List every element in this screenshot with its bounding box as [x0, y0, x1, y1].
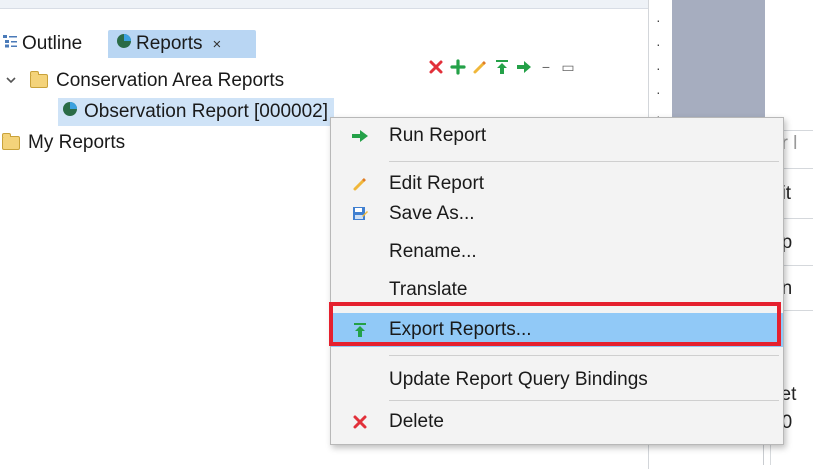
menu-item-label: Update Report Query Bindings [389, 369, 648, 390]
tab-reports[interactable]: Reports × [108, 30, 256, 58]
chevron-down-icon[interactable] [2, 74, 20, 89]
menu-item-label: Save As... [389, 203, 475, 224]
menu-separator [389, 161, 779, 162]
pencil-icon [473, 61, 486, 74]
maximize-button[interactable]: ▭ [558, 56, 578, 78]
add-report-button[interactable] [448, 56, 468, 78]
menu-item-edit-report[interactable]: Edit Report [331, 167, 783, 201]
pie-chart-icon [62, 101, 78, 123]
context-menu: Run Report Edit Report Save As... Rename… [330, 117, 784, 445]
menu-item-run-report[interactable]: Run Report [331, 119, 783, 153]
close-icon[interactable]: × [213, 36, 222, 53]
menu-item-save-as[interactable]: Save As... [331, 197, 783, 231]
view-toolbar: − ▭ [426, 56, 578, 78]
menu-item-translate[interactable]: Translate [331, 273, 783, 297]
menu-item-delete[interactable]: Delete [331, 405, 783, 439]
tab-outline-label: Outline [22, 33, 83, 54]
tree-item-observation-report[interactable]: Observation Report [000002] [58, 98, 334, 126]
top-strip [0, 0, 648, 9]
tree-item-label: Observation Report [000002] [84, 101, 328, 122]
pie-chart-icon [116, 33, 132, 55]
tree-item-label: My Reports [28, 132, 126, 153]
arrow-right-icon [517, 61, 531, 73]
view-tabbar: Outline Reports × − ▭ [0, 26, 648, 75]
menu-item-label: Delete [389, 411, 444, 432]
menu-item-label: Export Reports... [389, 319, 532, 340]
export-report-button[interactable] [492, 56, 512, 78]
export-icon [496, 60, 508, 74]
folder-icon [2, 133, 20, 150]
folder-icon [30, 71, 48, 88]
tree-item-conservation-area-reports[interactable]: Conservation Area Reports [2, 66, 284, 96]
tree-item-my-reports[interactable]: My Reports [0, 128, 125, 158]
delete-icon [429, 60, 443, 74]
save-as-icon [331, 206, 389, 222]
menu-item-label: Run Report [389, 125, 487, 146]
plus-icon [450, 59, 466, 75]
delete-report-button[interactable] [426, 56, 446, 78]
menu-item-update-bindings[interactable]: Update Report Query Bindings [331, 363, 783, 397]
edit-report-button[interactable] [470, 56, 490, 78]
delete-icon [331, 414, 389, 430]
run-report-button[interactable] [514, 56, 534, 78]
menu-item-label: Rename... [389, 241, 477, 262]
splitter-dots: · · · · · [656, 12, 661, 124]
menu-item-rename[interactable]: Rename... [331, 235, 783, 269]
map-preview [672, 0, 765, 130]
tab-outline[interactable]: Outline [0, 30, 86, 58]
menu-item-export-reports[interactable]: Export Reports... [331, 313, 783, 347]
menu-separator [389, 400, 779, 401]
pencil-icon [331, 176, 389, 192]
minimize-button[interactable]: − [536, 56, 556, 78]
export-icon [331, 322, 389, 338]
arrow-right-icon [331, 128, 389, 144]
tree-item-label: Conservation Area Reports [56, 70, 285, 91]
menu-item-label: Translate [389, 279, 468, 297]
tab-reports-label: Reports [136, 33, 203, 54]
menu-separator [389, 355, 779, 356]
menu-item-label: Edit Report [389, 173, 485, 194]
outline-icon [2, 33, 18, 55]
